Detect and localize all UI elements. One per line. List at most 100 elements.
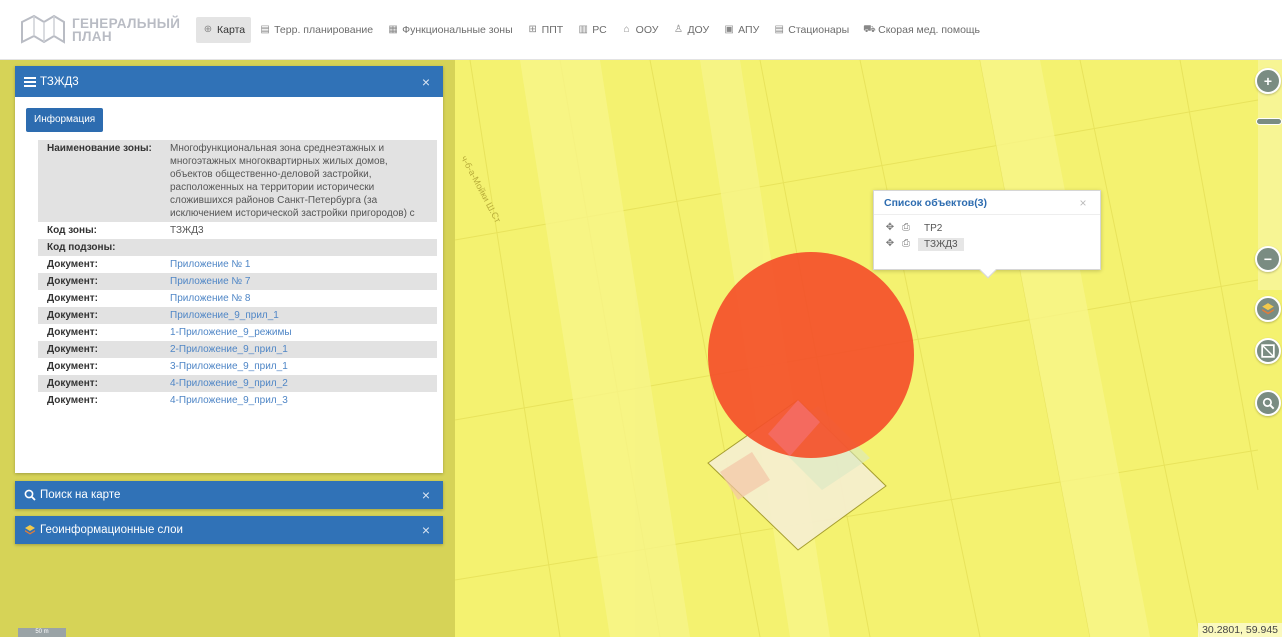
nav-item-label: Карта bbox=[217, 24, 246, 36]
document-link[interactable]: Приложение № 7 bbox=[170, 275, 437, 288]
cursor-coordinates: 30.2801, 59.945 bbox=[1198, 623, 1282, 637]
nav-item-label: ДОУ bbox=[687, 24, 710, 36]
grid-icon: ⊞ bbox=[528, 24, 537, 35]
zone-attributes-table: Наименование зоны: Многофункциональная зо… bbox=[38, 140, 437, 409]
attribute-key: Документ: bbox=[47, 361, 99, 372]
attribute-row: Документ: 3-Приложение_9_прил_1 bbox=[38, 358, 437, 375]
app-logo[interactable]: ГЕНЕРАЛЬНЫЙ ПЛАН bbox=[18, 10, 188, 50]
main-nav: ⊕ Карта ▤ Терр. планирование ▦ Функциональные… bbox=[196, 17, 988, 43]
attribute-key: Документ: bbox=[47, 327, 99, 338]
attribute-row: Документ: 4-Приложение_9_прил_2 bbox=[38, 375, 437, 392]
print-icon[interactable]: ⎙ bbox=[900, 222, 912, 234]
building-icon: ⌂ bbox=[623, 24, 630, 35]
nav-item-8[interactable]: ▤ Стационары bbox=[767, 17, 855, 43]
nav-item-5[interactable]: ⌂ ООУ bbox=[615, 17, 665, 43]
map-search-panel-header[interactable]: Поиск на карте × bbox=[15, 481, 443, 509]
zone-info-panel-title: ТЗЖД3 bbox=[40, 75, 79, 88]
document-link[interactable]: Приложение_9_прил_1 bbox=[170, 309, 437, 322]
attribute-value bbox=[170, 241, 437, 254]
document-link[interactable]: 3-Приложение_9_прил_1 bbox=[170, 360, 437, 373]
info-button[interactable]: Информация bbox=[26, 108, 104, 132]
document-link[interactable]: 2-Приложение_9_прил_1 bbox=[170, 343, 437, 356]
zones-icon: ▦ bbox=[388, 24, 398, 35]
nav-item-label: ООУ bbox=[635, 24, 659, 36]
ambulance-icon: ⛟ bbox=[863, 24, 876, 35]
move-to-icon[interactable]: ✥ bbox=[884, 222, 896, 234]
document-link[interactable]: 1-Приложение_9_режимы bbox=[170, 326, 437, 339]
nav-item-label: Функциональные зоны bbox=[402, 24, 513, 36]
scale-bar: 50 m bbox=[18, 628, 66, 637]
object-list-item[interactable]: ✥ ⎙ ТЗЖД3 bbox=[884, 236, 1100, 252]
nav-item-label: ППТ bbox=[541, 24, 564, 36]
zone-info-panel-header[interactable]: ТЗЖД3 × bbox=[15, 66, 443, 97]
nav-item-4[interactable]: ▥ РС bbox=[571, 17, 612, 43]
attribute-row: Документ: 2-Приложение_9_прил_1 bbox=[38, 341, 437, 358]
object-list-item[interactable]: ✥ ⎙ ТР2 bbox=[884, 220, 1100, 236]
nav-item-6[interactable]: ♙ ДОУ bbox=[666, 17, 715, 43]
nav-item-9[interactable]: ⛟ Скорая мед. помощь bbox=[857, 17, 986, 43]
document-icon: ▤ bbox=[260, 24, 270, 35]
attribute-value: ТЗЖД3 bbox=[170, 225, 204, 236]
attribute-key: Код подзоны: bbox=[47, 242, 116, 253]
layers-icon bbox=[1262, 303, 1274, 315]
object-name[interactable]: ТЗЖД3 bbox=[918, 237, 964, 251]
list-icon: ▥ bbox=[578, 24, 588, 35]
attribute-key: Документ: bbox=[47, 293, 99, 304]
close-icon[interactable]: × bbox=[1076, 196, 1090, 210]
attribute-key: Документ: bbox=[47, 395, 99, 406]
minus-icon: − bbox=[1263, 251, 1273, 267]
geo-layers-panel-title: Геоинформационные слои bbox=[40, 524, 183, 536]
move-to-icon[interactable]: ✥ bbox=[884, 238, 896, 250]
attribute-row: Код зоны: ТЗЖД3 bbox=[38, 222, 437, 239]
close-icon[interactable]: × bbox=[419, 75, 433, 89]
attribute-key: Код зоны: bbox=[47, 225, 97, 236]
menu-icon bbox=[24, 76, 36, 87]
search-icon bbox=[24, 489, 36, 501]
geo-layers-panel-header[interactable]: Геоинформационные слои × bbox=[15, 516, 443, 544]
kindergarten-icon: ♙ bbox=[673, 24, 683, 35]
plus-icon: + bbox=[1263, 73, 1273, 89]
nav-item-label: Стационары bbox=[788, 24, 850, 36]
object-name[interactable]: ТР2 bbox=[918, 222, 948, 235]
attribute-key: Документ: bbox=[47, 276, 99, 287]
zoom-slider-handle[interactable] bbox=[1256, 118, 1282, 125]
objects-list: ✥ ⎙ ТР2 ✥ ⎙ ТЗЖД3 bbox=[874, 215, 1100, 252]
document-link[interactable]: 4-Приложение_9_прил_3 bbox=[170, 394, 437, 407]
attribute-row: Документ: Приложение № 7 bbox=[38, 273, 437, 290]
map-search-panel: Поиск на карте × bbox=[15, 481, 443, 509]
search-map-button[interactable] bbox=[1255, 390, 1281, 416]
nav-item-3[interactable]: ⊞ ППТ bbox=[521, 17, 570, 43]
geo-layers-panel: Геоинформационные слои × bbox=[15, 516, 443, 544]
logo-emblem-icon bbox=[21, 14, 65, 44]
nav-item-label: АПУ bbox=[738, 24, 760, 36]
nav-item-1[interactable]: ▤ Терр. планирование bbox=[253, 17, 379, 43]
attribute-key: Наименование зоны: bbox=[47, 143, 152, 154]
board-icon: ▣ bbox=[724, 24, 734, 35]
attribute-row: Документ: 1-Приложение_9_режимы bbox=[38, 324, 437, 341]
print-icon[interactable]: ⎙ bbox=[900, 238, 912, 250]
map-search-panel-title: Поиск на карте bbox=[40, 489, 121, 501]
zoom-out-button[interactable]: − bbox=[1255, 246, 1281, 272]
attribute-key: Документ: bbox=[47, 259, 99, 270]
map-frame-icon bbox=[1261, 344, 1275, 358]
map-extent-button[interactable] bbox=[1255, 338, 1281, 364]
nav-item-0[interactable]: ⊕ Карта bbox=[196, 17, 252, 43]
close-icon[interactable]: × bbox=[419, 488, 433, 502]
attribute-row: Документ: Приложение № 8 bbox=[38, 290, 437, 307]
top-navigation-bar: ГЕНЕРАЛЬНЫЙ ПЛАН ⊕ Карта ▤ Терр. планирован… bbox=[0, 0, 1282, 60]
attribute-key: Документ: bbox=[47, 378, 99, 389]
zoom-in-button[interactable]: + bbox=[1255, 68, 1281, 94]
zone-info-panel: ТЗЖД3 × Информация Наименование зоны: Мно… bbox=[15, 66, 443, 473]
nav-item-2[interactable]: ▦ Функциональные зоны bbox=[381, 17, 519, 43]
logo-text: ГЕНЕРАЛЬНЫЙ ПЛАН bbox=[72, 17, 180, 44]
nav-item-label: РС bbox=[592, 24, 607, 36]
document-link[interactable]: Приложение № 1 bbox=[170, 258, 437, 271]
layers-button[interactable] bbox=[1255, 296, 1281, 322]
nav-item-7[interactable]: ▣ АПУ bbox=[717, 17, 765, 43]
nav-item-label: Терр. планирование bbox=[274, 24, 374, 36]
document-link[interactable]: Приложение № 8 bbox=[170, 292, 437, 305]
attribute-row: Документ: Приложение_9_прил_1 bbox=[38, 307, 437, 324]
document-link[interactable]: 4-Приложение_9_прил_2 bbox=[170, 377, 437, 390]
objects-list-popup: Список объектов(3) × ✥ ⎙ ТР2 ✥ ⎙ ТЗЖД3 bbox=[873, 190, 1101, 279]
close-icon[interactable]: × bbox=[419, 523, 433, 537]
